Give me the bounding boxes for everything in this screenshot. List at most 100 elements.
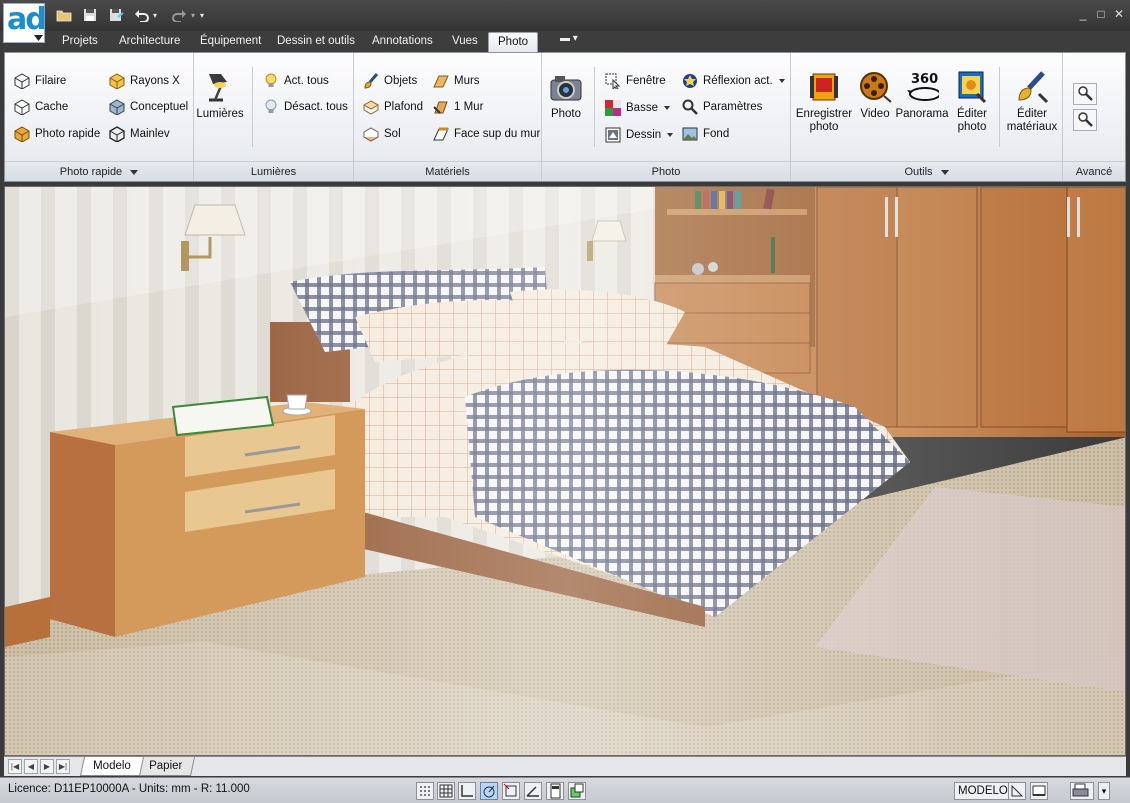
act-tous-button[interactable]: Act. tous xyxy=(262,71,329,91)
act-tous-label: Act. tous xyxy=(284,75,329,87)
panel-title-outils[interactable]: Outils xyxy=(791,161,1062,181)
un-mur-label: 1 Mur xyxy=(454,101,484,113)
app-menu-button[interactable]: ad xyxy=(3,2,47,43)
window-select-icon xyxy=(604,73,621,90)
murs-label: Murs xyxy=(454,75,480,87)
bulb-on-icon xyxy=(262,73,279,90)
panorama-button[interactable]: 360° Panorama xyxy=(895,69,949,121)
chevron-down-icon xyxy=(778,79,785,83)
enregistrer-photo-button[interactable]: Enregistrer photo xyxy=(793,69,855,134)
objets-label: Objets xyxy=(384,75,418,87)
status-menu-chevron-icon[interactable]: ▾ xyxy=(1098,782,1110,800)
editer-photo-button[interactable]: Éditer photo xyxy=(951,69,993,134)
editer-materiaux-button[interactable]: Éditer matériaux xyxy=(1003,69,1061,134)
fenetre-button[interactable]: Fenêtre xyxy=(604,71,666,91)
editer-photo-label-2: photo xyxy=(957,121,987,133)
tab-architecture[interactable]: Architecture xyxy=(113,32,186,52)
first-sheet-icon[interactable]: |◀ xyxy=(8,759,22,774)
filaire-button[interactable]: Filaire xyxy=(13,71,66,91)
panorama-badge: 360° xyxy=(911,72,939,87)
angle-icon[interactable] xyxy=(524,782,542,800)
single-wall-icon xyxy=(432,99,449,116)
panel-photo-rapide: Filaire Rayons X Cache Conceptuel Photo … xyxy=(5,53,194,181)
tab-dessin-et-outils[interactable]: Dessin et outils xyxy=(271,32,361,52)
chevron-down-icon xyxy=(130,169,139,175)
wireframe-cube-icon xyxy=(13,73,30,90)
save-as-icon[interactable] xyxy=(107,6,125,24)
wall-top-icon xyxy=(432,126,449,143)
mainlev-label: Mainlev xyxy=(130,128,170,140)
layers-icon[interactable] xyxy=(568,782,586,800)
minimize-icon[interactable]: _ xyxy=(1076,7,1090,21)
sheet-tab-label: Papier xyxy=(149,760,183,772)
sol-label: Sol xyxy=(384,128,401,140)
undo-dropdown-icon[interactable]: ▾ xyxy=(150,6,160,24)
advanced-tool-2-button[interactable] xyxy=(1073,109,1097,131)
panel-title-photo-rapide[interactable]: Photo rapide xyxy=(5,161,193,181)
customize-toolbar-icon[interactable]: ▾ xyxy=(197,6,207,24)
magnify-tool-icon xyxy=(1077,111,1093,130)
desact-tous-button[interactable]: Désact. tous xyxy=(262,97,348,117)
murs-button[interactable]: Murs xyxy=(432,71,480,91)
model-space-button[interactable]: MODELO xyxy=(954,782,1012,800)
printer-icon[interactable] xyxy=(1070,782,1094,800)
app-window: ad ▾ ▾ ▾ _ □ ✕ Projets Architecture Équi… xyxy=(0,0,1130,803)
render-viewport[interactable] xyxy=(4,186,1126,756)
panel-title-lumieres: Lumières xyxy=(194,161,353,181)
lumieres-label: Lumières xyxy=(196,108,244,120)
undo-icon[interactable] xyxy=(133,6,151,24)
dessin-button[interactable]: Dessin xyxy=(604,125,674,145)
dessin-label: Dessin xyxy=(626,129,662,141)
lumieres-button[interactable]: Lumières xyxy=(196,69,244,121)
close-icon[interactable]: ✕ xyxy=(1112,7,1126,21)
model-view-icon[interactable] xyxy=(1008,782,1026,800)
edit-photo-icon xyxy=(955,69,989,105)
parametres-button[interactable]: Paramètres xyxy=(681,97,762,117)
photo-rapide-button[interactable]: Photo rapide xyxy=(13,124,100,144)
cache-button[interactable]: Cache xyxy=(13,97,68,117)
video-button[interactable]: Video xyxy=(857,69,893,121)
ortho-icon[interactable] xyxy=(458,782,476,800)
tab-projets[interactable]: Projets xyxy=(56,32,104,52)
basse-button[interactable]: Basse xyxy=(604,98,670,118)
conceptuel-button[interactable]: Conceptuel xyxy=(108,97,188,117)
reflexion-act-button[interactable]: Réflexion act. xyxy=(681,71,785,91)
fond-button[interactable]: Fond xyxy=(681,124,729,144)
sol-button[interactable]: Sol xyxy=(362,124,401,144)
sheet-tab-papier[interactable]: Papier xyxy=(135,757,196,776)
sheet-tab-modelo[interactable]: Modelo xyxy=(79,757,144,776)
open-folder-icon[interactable] xyxy=(55,6,73,24)
snap-icon[interactable] xyxy=(416,782,434,800)
walls-icon xyxy=(432,73,449,90)
sheet-tabs-bar: |◀ ◀ ▶ ▶| Modelo Papier xyxy=(4,756,1126,776)
face-sup-du-mur-button[interactable]: Face sup du mur xyxy=(432,124,540,144)
layout-view-icon[interactable] xyxy=(1030,782,1048,800)
maximize-icon[interactable]: □ xyxy=(1094,7,1108,21)
next-sheet-icon[interactable]: ▶ xyxy=(40,759,54,774)
advanced-tool-1-button[interactable] xyxy=(1073,83,1097,105)
panel-title-text: Photo rapide xyxy=(59,166,123,178)
tab-equipement[interactable]: Équipement xyxy=(194,32,267,52)
photo-button[interactable]: Photo xyxy=(546,69,586,121)
objets-button[interactable]: Objets xyxy=(362,71,417,91)
un-mur-button[interactable]: 1 Mur xyxy=(432,97,483,117)
tab-vues[interactable]: Vues xyxy=(446,32,484,52)
reflection-star-icon xyxy=(681,73,698,90)
calculator-icon[interactable] xyxy=(546,782,564,800)
plafond-button[interactable]: Plafond xyxy=(362,97,423,117)
grid-icon[interactable] xyxy=(437,782,455,800)
license-status-text: Licence: D11EP10000A - Units: mm - R: 11… xyxy=(8,783,250,795)
conceptual-cube-icon xyxy=(108,99,125,116)
ribbon-minimize-icon[interactable]: ▬ ▾ xyxy=(560,33,578,44)
mainlev-button[interactable]: Mainlev xyxy=(108,124,170,144)
prev-sheet-icon[interactable]: ◀ xyxy=(24,759,38,774)
quick-photo-cube-icon xyxy=(13,126,30,143)
rayons-x-button[interactable]: Rayons X xyxy=(108,71,180,91)
object-snap-icon[interactable] xyxy=(502,782,520,800)
polar-tracking-icon[interactable] xyxy=(480,782,498,800)
last-sheet-icon[interactable]: ▶| xyxy=(56,759,70,774)
save-icon[interactable] xyxy=(81,6,99,24)
tab-photo[interactable]: Photo xyxy=(488,32,539,52)
redo-icon[interactable] xyxy=(170,6,188,24)
tab-annotations[interactable]: Annotations xyxy=(366,32,439,52)
